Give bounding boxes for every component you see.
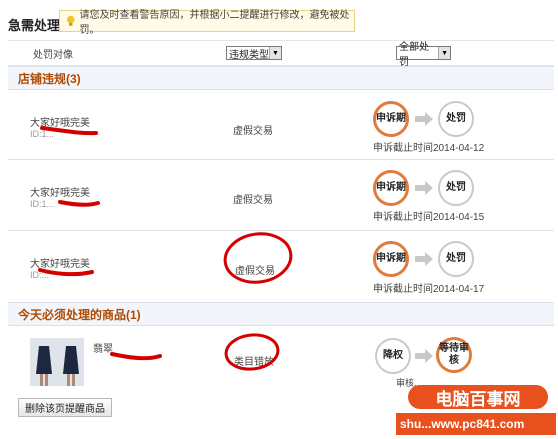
shop-name[interactable]: 大家好哦完美 (30, 255, 90, 270)
product-thumbnail[interactable] (30, 338, 84, 386)
punishment-status-select[interactable]: 全部处罚 ▼ (396, 42, 451, 68)
violation-type-select-value: 违规类型 (229, 49, 269, 61)
shop-row-3: 大家好哦完美 ID:... (30, 255, 90, 280)
watermark-line1: 电脑百事网 (435, 389, 521, 409)
shop-violations-heading: 店铺违规(3) (8, 66, 554, 90)
appeal-period-step[interactable]: 申诉期 (373, 170, 409, 206)
shop-row-2: 大家好哦完美 ID:1... (30, 184, 90, 209)
appeal-period-step[interactable]: 申诉期 (373, 101, 409, 137)
filter-target-label: 处罚对像 (33, 50, 73, 61)
appeal-deadline: 申诉截止时间2014-04-15 (373, 212, 485, 223)
punishment-step[interactable]: 处罚 (438, 241, 474, 277)
row-divider (8, 230, 554, 231)
appeal-period-step[interactable]: 申诉期 (373, 241, 409, 277)
shop-id: ID:1... (30, 199, 55, 209)
arrow-right-icon (415, 349, 433, 363)
skirt-image (62, 346, 79, 386)
skirt-image (35, 346, 52, 386)
violation-type: 虚假交易 (233, 195, 273, 206)
arrow-right-icon (415, 181, 433, 195)
watermark: 电脑百事网 shu...www.pc841.com (393, 379, 558, 439)
chevron-down-icon: ▼ (438, 47, 450, 59)
punishment-step[interactable]: 处罚 (438, 170, 474, 206)
awaiting-review-step[interactable]: 等待审核 (436, 337, 472, 373)
punishment-status-select-value: 全部处罚 (399, 42, 429, 68)
shop-name[interactable]: 大家好哦完美 (30, 184, 90, 199)
violation-type: 虚假交易 (235, 266, 275, 277)
watermark-line2: shu...www.pc841.com (400, 417, 525, 431)
violation-type-select[interactable]: 违规类型 ▼ (226, 46, 282, 61)
shop-id: ID:... (30, 270, 50, 280)
violation-type: 虚假交易 (233, 126, 273, 137)
goods-today-heading: 今天必须处理的商品(1) (8, 302, 554, 326)
page-title: 急需处理 (8, 18, 61, 33)
demotion-step[interactable]: 降权 (375, 338, 411, 374)
delete-reminded-goods-button[interactable]: 删除该页提醒商品 (18, 398, 112, 417)
arrow-right-icon (415, 252, 433, 266)
shop-name[interactable]: 大家好哦完美 (30, 114, 90, 129)
punishment-step[interactable]: 处罚 (438, 101, 474, 137)
shop-row-1: 大家好哦完美 ID:1... (30, 114, 90, 139)
appeal-deadline: 申诉截止时间2014-04-12 (373, 143, 485, 154)
chevron-down-icon: ▼ (269, 47, 281, 59)
row-divider (8, 159, 554, 160)
violation-type: 类目错放 (234, 357, 274, 368)
notice-bar: 请您及时查看警告原因，并根据小二提醒进行修改，避免被处罚。 (59, 10, 355, 36)
shop-id: ID:1... (30, 129, 55, 139)
arrow-right-icon (415, 112, 433, 126)
lightbulb-icon (66, 15, 75, 26)
notice-text: 请您及时查看警告原因，并根据小二提醒进行修改，避免被处罚。 (79, 10, 350, 36)
appeal-deadline: 申诉截止时间2014-04-17 (373, 284, 485, 295)
product-name[interactable]: 翡翠 (93, 340, 113, 355)
